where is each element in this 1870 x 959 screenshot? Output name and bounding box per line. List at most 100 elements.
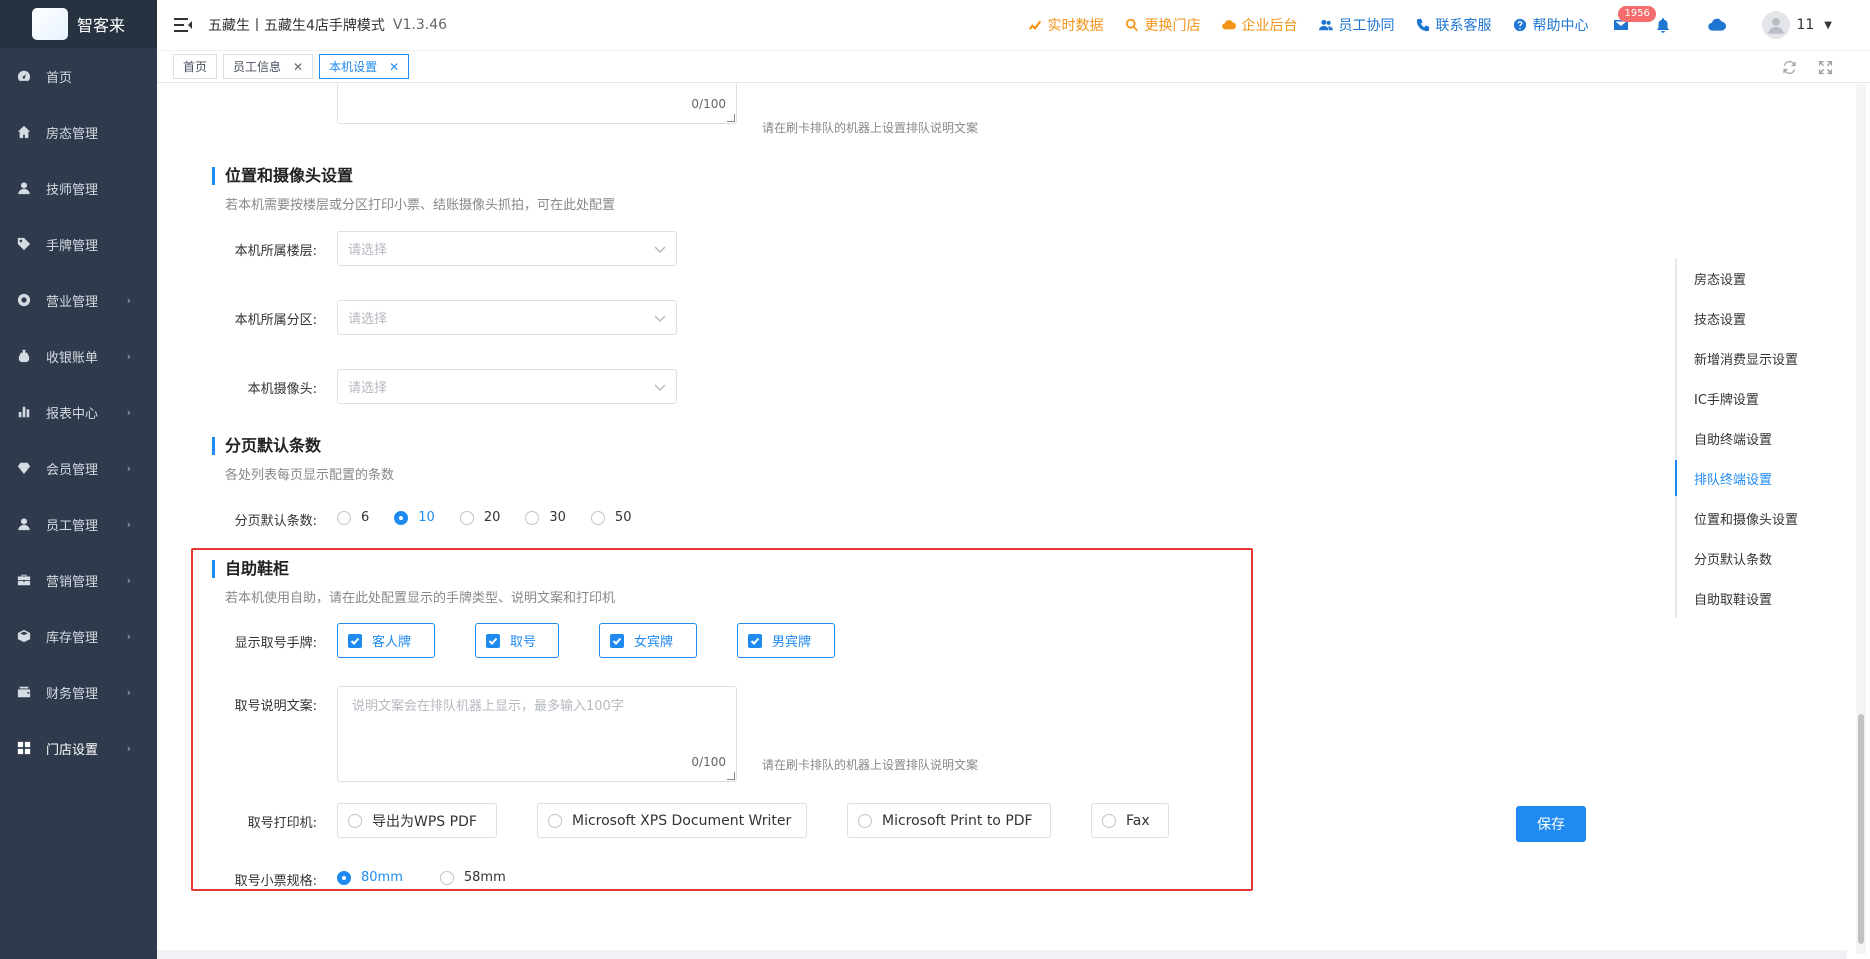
chevron-right-icon: › <box>126 517 131 531</box>
sidebar: 智客来 首页 房态管理 技师管理 手牌管理 营业管理 › 收银账单 › 报表中心… <box>0 0 157 959</box>
sidebar-item-marketing[interactable]: 营销管理 › <box>0 552 157 608</box>
resize-handle[interactable] <box>727 114 735 122</box>
sidebar-item-label: 员工管理 <box>46 518 99 534</box>
anchor-tech-settings[interactable]: 技态设置 <box>1677 298 1835 338</box>
sidebar-item-room[interactable]: 房态管理 <box>0 104 157 160</box>
top-header: 五藏生丨五藏生4店手牌模式 V1.3.46 实时数据 更换门店 企业后台 员工协… <box>157 0 1870 50</box>
scrollbar-thumb[interactable] <box>1858 714 1864 944</box>
vertical-scrollbar[interactable] <box>1856 84 1866 954</box>
close-icon[interactable]: ✕ <box>389 60 399 74</box>
wallet-icon <box>16 348 32 364</box>
radio-circle <box>337 510 351 525</box>
checkbox-male-card[interactable]: 男宾牌 <box>737 623 835 658</box>
refresh-icon[interactable] <box>1780 58 1798 76</box>
help-center-link[interactable]: 帮助中心 <box>1513 15 1588 35</box>
printer-option-wps-pdf[interactable]: 导出为WPS PDF <box>337 803 497 838</box>
chevron-down-icon <box>654 243 666 254</box>
tab-home[interactable]: 首页 <box>173 54 218 79</box>
checkbox-guest-card[interactable]: 客人牌 <box>337 623 435 658</box>
enterprise-backend-link[interactable]: 企业后台 <box>1222 15 1297 35</box>
contact-support-link[interactable]: 联系客服 <box>1416 15 1491 35</box>
anchor-self-shoe[interactable]: 自助取鞋设置 <box>1677 578 1835 618</box>
camera-select[interactable]: 请选择 <box>337 369 677 404</box>
anchor-position-camera[interactable]: 位置和摄像头设置 <box>1677 498 1835 538</box>
sidebar-item-handcard[interactable]: 手牌管理 <box>0 216 157 272</box>
fullscreen-icon[interactable] <box>1816 58 1834 76</box>
header-actions: 实时数据 更换门店 企业后台 员工协同 联系客服 帮助中心 1956 11 ▼ <box>1006 0 1870 50</box>
sidebar-item-home[interactable]: 首页 <box>0 48 157 104</box>
page-size-radio-50[interactable]: 50 <box>590 510 631 525</box>
queue-hint: 请在刷卡排队的机器上设置排队说明文案 <box>762 121 979 135</box>
sidebar-item-technician[interactable]: 技师管理 <box>0 160 157 216</box>
ticket-text-label: 取号说明文案: <box>234 699 317 714</box>
sidebar-item-store-settings[interactable]: 门店设置 › <box>0 720 157 776</box>
page-size-radio-10[interactable]: 10 <box>394 510 435 525</box>
sidebar-item-billing[interactable]: 收银账单 › <box>0 328 157 384</box>
sidebar-item-label: 收银账单 <box>46 350 99 366</box>
save-button[interactable]: 保存 <box>1516 806 1586 842</box>
bell-icon <box>1657 18 1670 33</box>
sidebar-item-reports[interactable]: 报表中心 › <box>0 384 157 440</box>
radio-label: 58mm <box>463 870 506 885</box>
resize-handle[interactable] <box>727 772 735 780</box>
floor-select[interactable]: 请选择 <box>337 231 677 266</box>
sidebar-item-label: 房态管理 <box>46 126 99 142</box>
menu-fold-icon[interactable] <box>174 15 194 35</box>
pagination-radio-group: 6 10 20 30 50 <box>337 510 656 525</box>
user-menu[interactable]: 11 ▼ <box>1762 11 1832 39</box>
ticket-spec-radio-80mm[interactable]: 80mm <box>337 870 403 885</box>
display-card-label: 显示取号手牌: <box>234 636 317 651</box>
mail-badge: 1956 <box>1618 6 1656 22</box>
anchor-ic-card[interactable]: IC手牌设置 <box>1677 378 1835 418</box>
printer-option-print-to-pdf[interactable]: Microsoft Print to PDF <box>847 803 1051 838</box>
finance-icon <box>16 684 32 700</box>
queue-description-textarea[interactable]: 0/100 <box>337 84 737 124</box>
sidebar-item-staff[interactable]: 员工管理 › <box>0 496 157 552</box>
user-icon <box>16 180 32 196</box>
mail-button[interactable]: 1956 <box>1612 6 1656 34</box>
link-label: 帮助中心 <box>1532 18 1589 34</box>
sidebar-item-finance[interactable]: 财务管理 › <box>0 664 157 720</box>
staff-collab-link[interactable]: 员工协同 <box>1319 15 1394 35</box>
radio-label: 20 <box>483 510 501 525</box>
checkbox-label: 客人牌 <box>372 635 412 650</box>
phone-icon <box>1417 18 1430 32</box>
user-icon <box>16 516 32 532</box>
check-icon <box>610 633 624 648</box>
page-size-radio-20[interactable]: 20 <box>459 510 501 525</box>
ticket-spec-radio-58mm[interactable]: 58mm <box>439 870 506 885</box>
anchor-self-service[interactable]: 自助终端设置 <box>1677 418 1835 458</box>
logo-text: 智客来 <box>77 16 126 35</box>
zone-select[interactable]: 请选择 <box>337 300 677 335</box>
printer-option-fax[interactable]: Fax <box>1091 803 1169 838</box>
page-size-radio-6[interactable]: 6 <box>337 510 369 525</box>
checkbox-female-card[interactable]: 女宾牌 <box>599 623 697 658</box>
realtime-data-link[interactable]: 实时数据 <box>1028 15 1103 35</box>
close-icon[interactable]: ✕ <box>293 60 303 74</box>
anchor-room-settings[interactable]: 房态设置 <box>1677 258 1835 298</box>
cloud-icon <box>1222 20 1237 30</box>
help-icon <box>1514 18 1527 32</box>
sidebar-item-business[interactable]: 营业管理 › <box>0 272 157 328</box>
chevron-right-icon: › <box>126 629 131 643</box>
logo[interactable]: 智客来 <box>0 0 157 48</box>
page-size-radio-30[interactable]: 30 <box>525 510 566 525</box>
switch-store-link[interactable]: 更换门店 <box>1125 15 1200 35</box>
anchor-queue-terminal[interactable]: 排队终端设置 <box>1675 458 1835 498</box>
anchor-consume-display[interactable]: 新增消费显示设置 <box>1677 338 1835 378</box>
sidebar-item-label: 报表中心 <box>46 406 99 422</box>
trend-icon <box>1029 20 1042 30</box>
sidebar-menu: 首页 房态管理 技师管理 手牌管理 营业管理 › 收银账单 › 报表中心 › 会… <box>0 48 157 776</box>
cloud-sync-button[interactable] <box>1706 16 1728 34</box>
checkbox-take-number[interactable]: 取号 <box>475 623 559 658</box>
sidebar-item-inventory[interactable]: 库存管理 › <box>0 608 157 664</box>
sidebar-item-label: 营销管理 <box>46 574 99 590</box>
printer-option-xps[interactable]: Microsoft XPS Document Writer <box>537 803 807 838</box>
notification-button[interactable] <box>1654 16 1672 34</box>
chevron-down-icon <box>654 381 666 392</box>
tab-local-settings[interactable]: 本机设置 ✕ <box>319 54 410 79</box>
tab-staff-info[interactable]: 员工信息 ✕ <box>223 54 314 79</box>
ticket-text-textarea[interactable]: 说明文案会在排队机器上显示，最多输入100字 0/100 <box>337 686 737 782</box>
anchor-pagination[interactable]: 分页默认条数 <box>1677 538 1835 578</box>
sidebar-item-members[interactable]: 会员管理 › <box>0 440 157 496</box>
